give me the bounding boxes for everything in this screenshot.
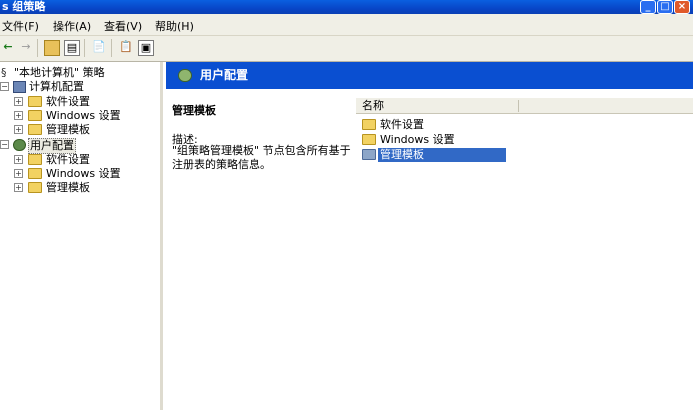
collapse-icon[interactable]: −: [0, 140, 9, 149]
toolbar-separator: [84, 39, 85, 57]
list-item[interactable]: 软件设置: [362, 118, 512, 132]
toolbar-separator: [111, 39, 112, 57]
column-divider[interactable]: [518, 100, 519, 112]
folder-icon: [28, 110, 42, 121]
back-arrow-icon[interactable]: ←: [0, 40, 16, 56]
folder-icon: [362, 119, 376, 130]
tree-computer-label: 计算机配置: [29, 80, 84, 93]
toolbar: ← → ▤ 📄 📋 ▣: [0, 36, 693, 62]
list-item-label: 软件设置: [380, 118, 424, 131]
tree-item-label: 管理模板: [46, 123, 90, 136]
pane-header-title: 用户配置: [200, 68, 249, 82]
tree-user-label: 用户配置: [28, 138, 76, 154]
item-list: 名称 软件设置 Windows 设置 管理模板: [356, 98, 693, 410]
close-button[interactable]: ×: [674, 0, 690, 14]
list-item[interactable]: Windows 设置: [362, 133, 512, 147]
description-text: "组策略管理模板" 节点包含所有基于注册表的策略信息。: [172, 144, 351, 171]
expand-icon[interactable]: +: [14, 111, 23, 120]
console-tree: § "本地计算机" 策略 − 计算机配置 + 软件设置 + Windows 设置…: [0, 62, 163, 410]
folder-icon: [28, 168, 42, 179]
window-title: s 组策略: [2, 0, 46, 13]
menu-action[interactable]: 操作(A): [53, 18, 91, 34]
export-list-icon[interactable]: 📄: [91, 40, 107, 56]
tree-item-label: 软件设置: [46, 95, 90, 108]
folder-icon: [28, 154, 42, 165]
help-icon[interactable]: ▣: [138, 40, 154, 56]
pane-header: 用户配置: [166, 62, 693, 89]
expand-icon[interactable]: +: [14, 183, 23, 192]
expand-icon[interactable]: +: [14, 169, 23, 178]
user-config-icon: [178, 69, 192, 82]
menu-help[interactable]: 帮助(H): [155, 18, 194, 34]
details-pane: 用户配置 管理模板 描述: "组策略管理模板" 节点包含所有基于注册表的策略信息…: [166, 62, 693, 410]
tree-root-label: "本地计算机" 策略: [14, 66, 105, 79]
user-icon: [13, 139, 26, 151]
toolbar-separator: [37, 39, 38, 57]
folder-icon: [362, 149, 376, 160]
properties-icon[interactable]: 📋: [118, 40, 134, 56]
computer-icon: [13, 81, 26, 93]
expand-icon[interactable]: +: [14, 97, 23, 106]
column-name[interactable]: 名称: [362, 98, 384, 113]
folder-icon: [28, 96, 42, 107]
title-bar: s 组策略 _ □ ×: [0, 0, 693, 14]
list-item-selected[interactable]: 管理模板: [362, 148, 512, 162]
folder-icon: [362, 134, 376, 145]
maximize-button[interactable]: □: [657, 0, 673, 14]
expand-icon[interactable]: +: [14, 155, 23, 164]
tree-item-label: Windows 设置: [46, 167, 121, 180]
expand-icon[interactable]: +: [14, 125, 23, 134]
folder-icon: [28, 124, 42, 135]
list-column-header[interactable]: 名称: [356, 98, 693, 114]
collapse-icon[interactable]: −: [0, 82, 9, 91]
minimize-button[interactable]: _: [640, 0, 656, 14]
tree-item-label: 软件设置: [46, 153, 90, 166]
menu-bar: 文件(F) 操作(A) 查看(V) 帮助(H): [0, 14, 693, 36]
tree-item-label: Windows 设置: [46, 109, 121, 122]
tree-item-label: 管理模板: [46, 181, 90, 194]
menu-view[interactable]: 查看(V): [104, 18, 142, 34]
list-item-label: Windows 设置: [380, 133, 455, 146]
policy-icon: §: [1, 66, 7, 79]
forward-arrow-icon[interactable]: →: [18, 40, 34, 56]
list-item-label: 管理模板: [378, 148, 506, 162]
show-hide-tree-icon[interactable]: ▤: [64, 40, 80, 56]
menu-file[interactable]: 文件(F): [2, 18, 39, 34]
up-folder-icon[interactable]: [44, 40, 60, 56]
description-title: 管理模板: [172, 104, 216, 117]
folder-icon: [28, 182, 42, 193]
